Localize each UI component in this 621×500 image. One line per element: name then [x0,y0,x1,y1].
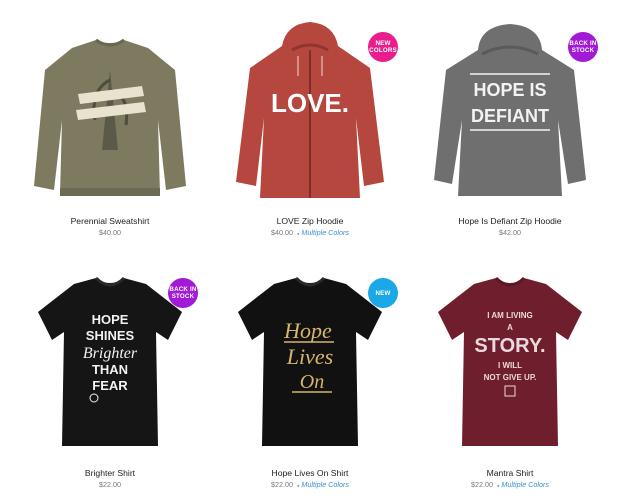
product-card-mantra-shirt[interactable]: I AM LIVING A STORY. I WILL NOT GIVE UP.… [410,262,610,489]
product-image-brighter-shirt[interactable]: HOPE SHINES Brighter THAN FEAR BACK IN S… [10,262,210,462]
product-name[interactable]: LOVE Zip Hoodie [210,216,410,226]
product-card-hope-lives-on-shirt[interactable]: Hope Lives On NEW Hope Lives On Shirt $2… [210,262,410,489]
price-value: $22.00 [271,480,293,489]
product-price: $22.00 [10,480,210,489]
price-value: $22.00 [99,480,121,489]
badge-new-colors: NEW COLORS [368,32,398,62]
svg-text:NOT GIVE UP.: NOT GIVE UP. [484,373,537,382]
product-price: $22.00 Multiple Colors [410,480,610,489]
product-image-perennial-sweatshirt[interactable] [10,10,210,210]
svg-text:HOPE: HOPE [92,312,129,327]
svg-text:HOPE IS: HOPE IS [473,80,546,100]
svg-text:STORY.: STORY. [474,335,545,357]
price-value: $40.00 [99,228,121,237]
svg-text:DEFIANT: DEFIANT [471,106,549,126]
svg-text:On: On [300,371,324,393]
product-price: $22.00 Multiple Colors [210,480,410,489]
svg-text:FEAR: FEAR [92,378,128,393]
product-card-perennial-sweatshirt[interactable]: Perennial Sweatshirt $40.00 [10,10,210,237]
price-value: $22.00 [471,480,493,489]
product-image-love-zip-hoodie[interactable]: LOVE. NEW COLORS [210,10,410,210]
svg-text:A: A [507,323,513,332]
product-image-hope-lives-on-shirt[interactable]: Hope Lives On NEW [210,262,410,462]
product-card-love-zip-hoodie[interactable]: LOVE. NEW COLORS LOVE Zip Hoodie $40.00 M… [210,10,410,237]
badge-back-in-stock: BACK IN STOCK [168,278,198,308]
product-image-hope-is-defiant-zip-hoodie[interactable]: HOPE IS DEFIANT BACK IN STOCK [410,10,610,210]
product-name[interactable]: Brighter Shirt [10,468,210,478]
product-card-brighter-shirt[interactable]: HOPE SHINES Brighter THAN FEAR BACK IN S… [10,262,210,489]
price-value: $42.00 [499,228,521,237]
multiple-colors-link[interactable]: Multiple Colors [297,228,349,237]
multiple-colors-link[interactable]: Multiple Colors [497,480,549,489]
badge-new: NEW [368,278,398,308]
svg-text:LOVE.: LOVE. [271,88,349,118]
svg-text:I WILL: I WILL [498,361,522,370]
badge-back-in-stock: BACK IN STOCK [568,32,598,62]
svg-text:Brighter: Brighter [83,345,138,362]
product-image-mantra-shirt[interactable]: I AM LIVING A STORY. I WILL NOT GIVE UP. [410,262,610,462]
svg-text:I AM LIVING: I AM LIVING [487,311,532,320]
product-name[interactable]: Perennial Sweatshirt [10,216,210,226]
multiple-colors-link[interactable]: Multiple Colors [297,480,349,489]
svg-text:Lives: Lives [286,344,333,369]
svg-text:SHINES: SHINES [86,328,135,343]
svg-text:Hope: Hope [283,318,332,343]
svg-text:THAN: THAN [92,362,128,377]
product-price: $40.00 Multiple Colors [210,228,410,237]
product-name[interactable]: Hope Is Defiant Zip Hoodie [410,216,610,226]
product-price: $42.00 [410,228,610,237]
product-name[interactable]: Mantra Shirt [410,468,610,478]
product-grid: Perennial Sweatshirt $40.00 LOVE. NEW CO… [0,0,621,500]
product-price: $40.00 [10,228,210,237]
product-card-hope-is-defiant-zip-hoodie[interactable]: HOPE IS DEFIANT BACK IN STOCK Hope Is De… [410,10,610,237]
price-value: $40.00 [271,228,293,237]
product-name[interactable]: Hope Lives On Shirt [210,468,410,478]
